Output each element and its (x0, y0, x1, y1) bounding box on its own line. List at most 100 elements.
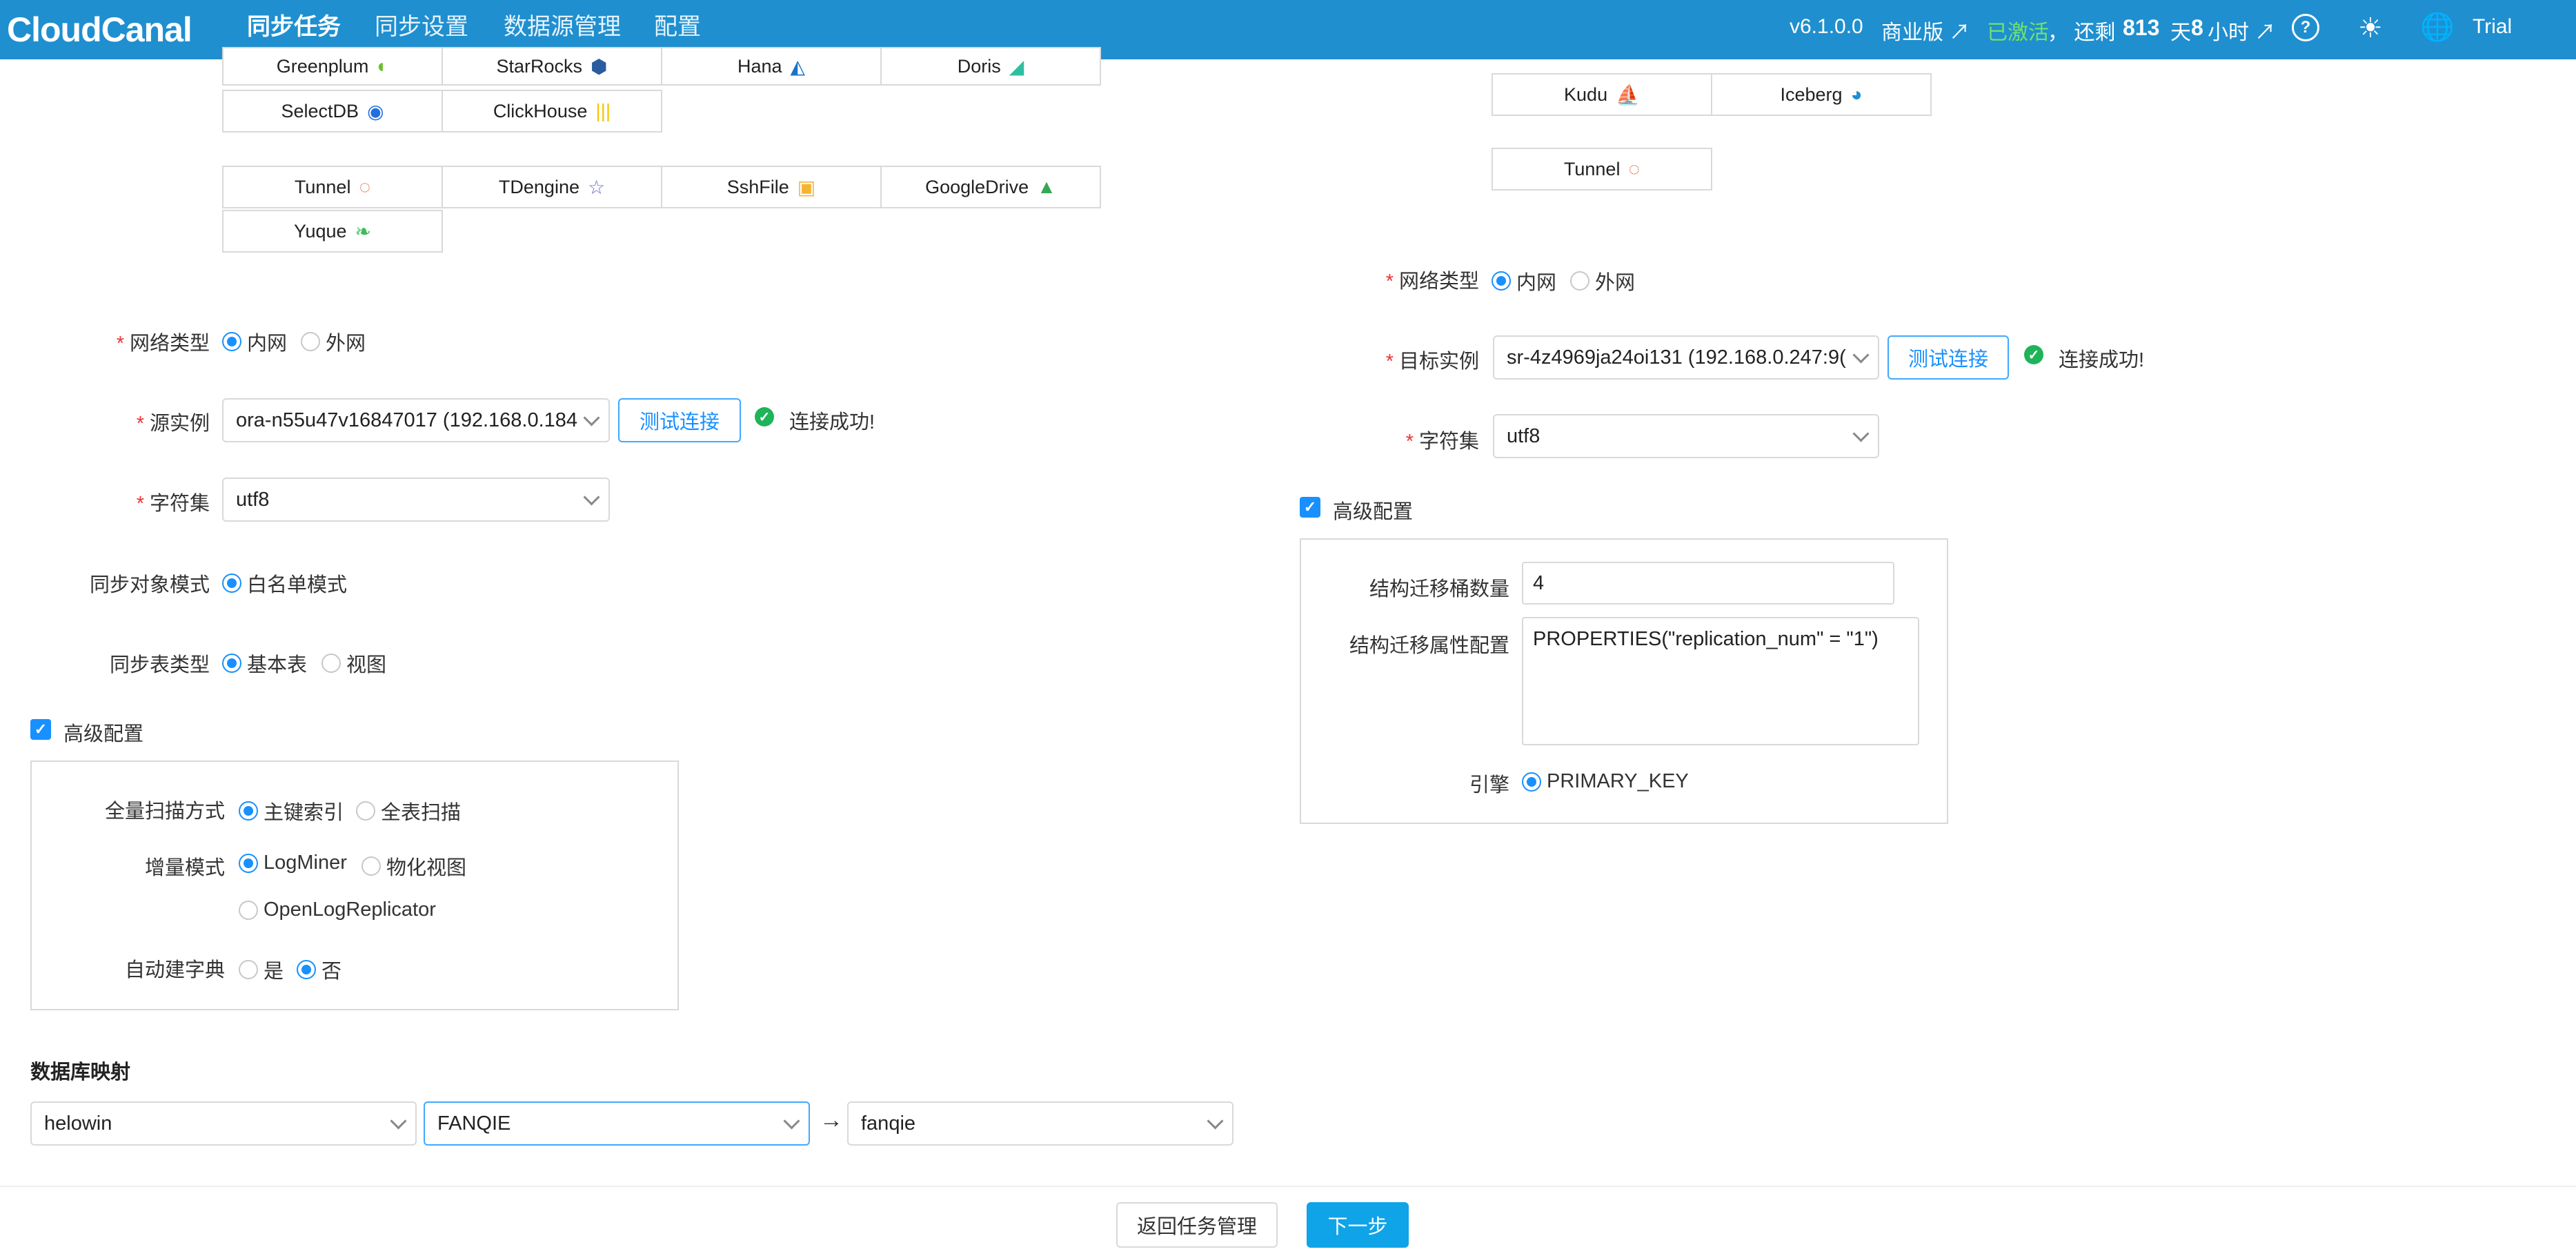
radio-dot (239, 960, 258, 979)
remain-hour-unit[interactable]: 小时 ↗ (2208, 15, 2275, 46)
back-to-tasks-button[interactable]: 返回任务管理 (1116, 1202, 1278, 1248)
starrocks-icon: ⬢ (591, 55, 608, 77)
db-label: GoogleDrive (925, 176, 1029, 197)
source-charset-label: * 字符集 (136, 493, 210, 515)
select-value: helowin (44, 1112, 112, 1135)
incr-materialized-view[interactable]: 物化视图 (361, 852, 466, 881)
db-label: Greenplum (276, 55, 369, 77)
scan-primary-index[interactable]: 主键索引 (239, 796, 344, 825)
db-option-sshfile[interactable]: SshFile ▣ (661, 166, 882, 208)
radio-dot (356, 801, 375, 821)
table-type-view[interactable]: 视图 (321, 649, 386, 678)
auto-dictionary-label: 自动建字典 (124, 959, 225, 981)
auto-dictionary-yes[interactable]: 是 (239, 955, 284, 984)
db-label: Doris (957, 55, 1001, 77)
chevron-down-icon (390, 1112, 407, 1130)
radio-dot (239, 801, 258, 821)
radio-dot (1492, 271, 1511, 291)
db-option-doris[interactable]: Doris ◢ (880, 47, 1101, 86)
db-label: Kudu (1564, 84, 1608, 105)
properties-config-label: 结构迁移属性配置 (1349, 635, 1509, 657)
source-network-extranet[interactable]: 外网 (301, 327, 366, 356)
db-option-tdengine[interactable]: TDengine ☆ (442, 166, 662, 208)
check-circle-icon: ✓ (2024, 345, 2043, 364)
target-charset-select[interactable]: utf8 (1493, 414, 1879, 458)
user-name[interactable]: Trial (2473, 15, 2512, 39)
radio-dot (321, 654, 341, 673)
db-option-clickhouse[interactable]: ClickHouse ||| (442, 90, 662, 133)
app-logo[interactable]: CloudCanal (7, 10, 192, 50)
next-step-button[interactable]: 下一步 (1307, 1202, 1409, 1248)
properties-config-textarea[interactable]: PROPERTIES("replication_num" = "1") (1522, 617, 1919, 745)
auto-dictionary-no[interactable]: 否 (297, 955, 341, 984)
radio-dot (222, 654, 241, 673)
db-option-greenplum[interactable]: Greenplum ◐ (222, 47, 443, 86)
db-option-starrocks[interactable]: StarRocks ⬢ (442, 47, 662, 86)
db-option-iceberg[interactable]: Iceberg ◕ (1711, 73, 1932, 116)
target-test-connection-button[interactable]: 测试连接 (1888, 335, 2009, 380)
scan-full-table[interactable]: 全表扫描 (356, 796, 461, 825)
radio-dot (239, 900, 258, 920)
language-globe-icon[interactable]: 🌐 (2420, 11, 2455, 43)
db-option-tunnel-target[interactable]: Tunnel ◌ (1492, 148, 1712, 190)
bucket-count-label: 结构迁移桶数量 (1369, 578, 1509, 600)
source-connection-success: 连接成功! (789, 411, 875, 433)
sync-table-type-label: 同步表类型 (109, 654, 210, 676)
db-option-hana[interactable]: Hana ◭ (661, 47, 882, 86)
activation-status: 已激活 (1987, 21, 2049, 44)
radio-dot (297, 960, 316, 979)
theme-sun-icon[interactable]: ☀ (2358, 12, 2383, 44)
mapping-source-schema-select[interactable]: FANQIE (424, 1101, 810, 1146)
mapping-target-db-select[interactable]: fanqie (847, 1101, 1233, 1146)
source-advanced-label: 高级配置 (63, 723, 144, 745)
check-circle-icon: ✓ (755, 407, 774, 426)
db-option-kudu[interactable]: Kudu ⛵ (1492, 73, 1712, 116)
tunnel-icon: ◌ (359, 176, 371, 197)
remain-day-unit: 天 (2170, 21, 2191, 44)
radio-dot (1522, 772, 1541, 792)
googledrive-icon: ▲ (1037, 176, 1056, 197)
help-icon[interactable]: ? (2292, 14, 2319, 41)
db-option-googledrive[interactable]: GoogleDrive ▲ (880, 166, 1101, 208)
db-label: Tunnel (1563, 158, 1621, 179)
table-type-base[interactable]: 基本表 (222, 649, 307, 678)
db-option-tunnel[interactable]: Tunnel ◌ (222, 166, 443, 208)
radio-dot (222, 573, 241, 593)
db-label: Tunnel (294, 176, 351, 197)
target-advanced-checkbox[interactable]: ✓ (1300, 497, 1320, 518)
db-option-selectdb[interactable]: SelectDB ◉ (222, 90, 443, 133)
arrow-right-icon: → (820, 1107, 843, 1133)
db-label: TDengine (498, 176, 579, 197)
chevron-down-icon (583, 489, 600, 506)
target-connection-success: 连接成功! (2059, 349, 2145, 371)
bucket-count-input[interactable]: 4 (1522, 562, 1894, 605)
radio-dot (301, 332, 320, 351)
db-option-yuque[interactable]: Yuque ❧ (222, 210, 443, 253)
sync-object-mode-label: 同步对象模式 (89, 574, 210, 596)
source-charset-select[interactable]: utf8 (222, 478, 610, 522)
sync-object-mode-whitelist[interactable]: 白名单模式 (222, 569, 347, 598)
incremental-mode-label: 增量模式 (144, 857, 225, 879)
incr-openlogreplicator[interactable]: OpenLogReplicator (239, 899, 436, 921)
db-label: Iceberg (1780, 84, 1843, 105)
chevron-down-icon (583, 409, 600, 426)
edition-link[interactable]: 商业版 ↗ (1881, 15, 1970, 46)
select-value: fanqie (861, 1112, 916, 1135)
source-instance-select[interactable]: ora-n55u47v16847017 (192.168.0.184 (222, 398, 610, 442)
source-test-connection-button[interactable]: 测试连接 (618, 398, 741, 442)
engine-primary-key[interactable]: PRIMARY_KEY (1522, 770, 1689, 793)
source-advanced-checkbox[interactable]: ✓ (30, 719, 51, 740)
select-value: utf8 (236, 488, 270, 511)
iceberg-icon: ◕ (1850, 84, 1863, 105)
tunnel-icon: ◌ (1628, 158, 1641, 179)
incr-logminer[interactable]: LogMiner (239, 852, 347, 874)
engine-label: 引擎 (1469, 774, 1509, 796)
hana-icon: ◭ (790, 55, 806, 77)
chevron-down-icon (1852, 346, 1870, 364)
target-network-label: * 网络类型 (1385, 271, 1479, 293)
target-instance-select[interactable]: sr-4z4969ja24oi131 (192.168.0.247:9( (1493, 335, 1879, 380)
mapping-source-db-select[interactable]: helowin (30, 1101, 417, 1146)
target-network-intranet[interactable]: 内网 (1492, 266, 1556, 295)
target-network-extranet[interactable]: 外网 (1570, 266, 1635, 295)
source-network-intranet[interactable]: 内网 (222, 327, 287, 356)
